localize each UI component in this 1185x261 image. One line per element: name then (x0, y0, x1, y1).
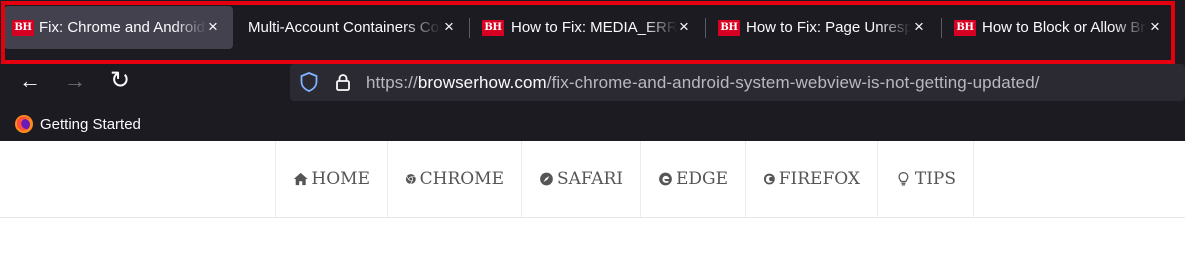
tab-title: Fix: Chrome and Android System WebView (39, 19, 207, 36)
firefox-icon (763, 173, 775, 185)
reload-button[interactable]: ↻ (103, 64, 137, 98)
browserhow-favicon-icon: BH (954, 20, 976, 36)
tab-title: How to Fix: MEDIA_ERR_SRC_NOT_SUPPORTED (511, 19, 677, 36)
tab-separator (469, 18, 470, 38)
browser-chrome: BH Fix: Chrome and Android System WebVie… (0, 0, 1185, 141)
site-nav: HOME CHROME SAFARI EDGE FIREFOX TIPS (275, 141, 974, 217)
tab-separator (705, 18, 706, 38)
site-nav-edge[interactable]: EDGE (641, 141, 746, 217)
tab[interactable]: Multi-Account Containers Collection × (236, 6, 466, 49)
bookmark-getting-started[interactable]: Getting Started (14, 113, 141, 135)
browserhow-favicon-icon: BH (12, 20, 34, 36)
site-nav-home[interactable]: HOME (276, 141, 388, 217)
safari-icon (540, 172, 553, 186)
site-nav-firefox[interactable]: FIREFOX (746, 141, 878, 217)
site-nav-label: TIPS (914, 169, 956, 189)
address-bar[interactable]: https://browserhow.com/fix-chrome-and-an… (290, 64, 1185, 101)
site-nav-safari[interactable]: SAFARI (522, 141, 641, 217)
tab-title: Multi-Account Containers Collection (248, 19, 441, 36)
site-nav-label: HOME (311, 169, 370, 189)
site-nav-label: EDGE (675, 169, 728, 189)
browserhow-favicon-icon: BH (718, 20, 740, 36)
bookmark-label: Getting Started (40, 115, 141, 133)
tab-close-icon[interactable]: × (1146, 18, 1164, 36)
site-nav-tips[interactable]: TIPS (878, 141, 974, 217)
site-nav-chrome[interactable]: CHROME (388, 141, 522, 217)
lightbulb-icon (898, 172, 909, 186)
edge-icon (659, 172, 672, 186)
tab[interactable]: BH How to Fix: Page Unresponsive × (708, 6, 938, 49)
forward-button[interactable]: → (58, 64, 92, 98)
tab-close-icon[interactable]: × (440, 18, 458, 36)
tab-title: How to Block or Allow Browser (982, 19, 1147, 36)
tracking-protection-shield-icon[interactable] (298, 71, 320, 93)
site-nav-label: CHROME (419, 169, 504, 189)
lock-icon[interactable] (332, 71, 354, 93)
tab-close-icon[interactable]: × (910, 18, 928, 36)
site-nav-label: SAFARI (556, 169, 623, 189)
site-nav-label: FIREFOX (778, 169, 860, 189)
tab-close-icon[interactable]: × (675, 18, 693, 36)
tab-title: How to Fix: Page Unresponsive (746, 19, 911, 36)
page-content: HOME CHROME SAFARI EDGE FIREFOX TIPS (0, 141, 1185, 261)
back-button[interactable]: ← (13, 64, 47, 98)
tab[interactable]: BH How to Block or Allow Browser × (944, 6, 1174, 49)
url-text[interactable]: https://browserhow.com/fix-chrome-and-an… (366, 73, 1040, 93)
tab[interactable]: BH How to Fix: MEDIA_ERR_SRC_NOT_SUPPORT… (472, 6, 702, 49)
url-prefix: https:// (366, 73, 418, 92)
chrome-icon (405, 174, 416, 185)
tab-strip: BH Fix: Chrome and Android System WebVie… (0, 0, 1185, 58)
firefox-icon (15, 115, 33, 133)
nav-divider (0, 217, 1185, 218)
home-icon (293, 172, 308, 186)
tab-separator (941, 18, 942, 38)
url-path: /fix-chrome-and-android-system-webview-i… (546, 73, 1040, 92)
browserhow-favicon-icon: BH (482, 20, 504, 36)
url-domain: browserhow.com (417, 73, 547, 92)
tab-close-icon[interactable]: × (204, 18, 222, 36)
tab-active[interactable]: BH Fix: Chrome and Android System WebVie… (4, 6, 233, 49)
